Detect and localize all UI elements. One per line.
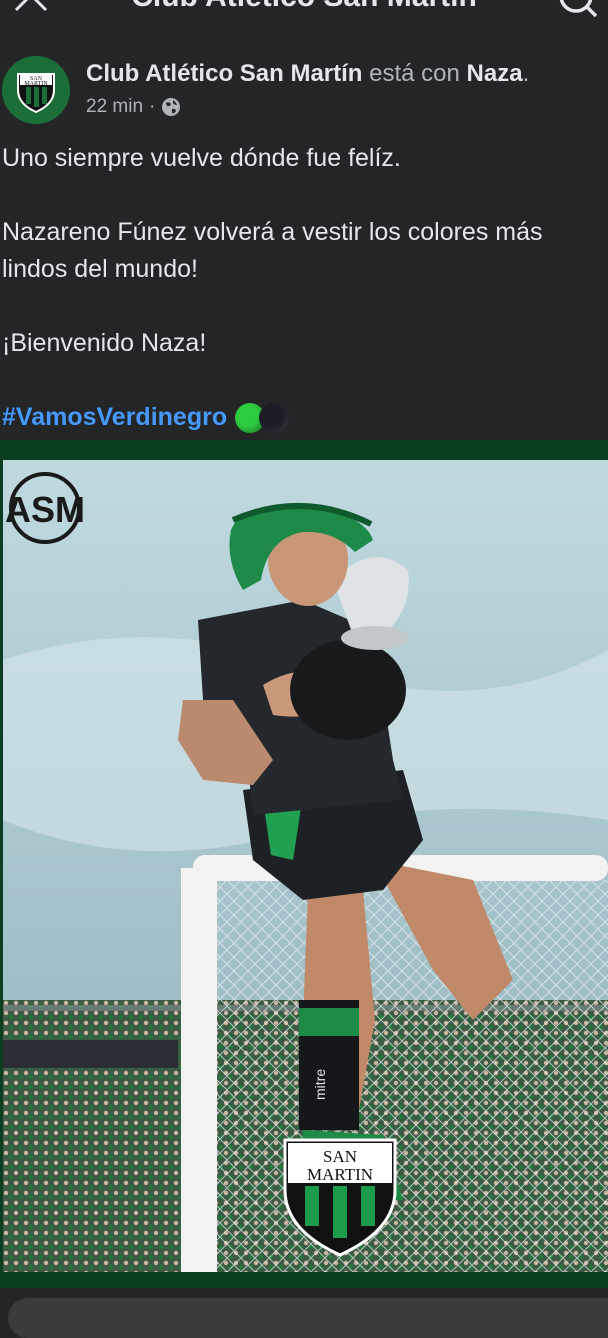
svg-text:SAN: SAN — [323, 1147, 357, 1166]
post-photo-frame: ASM mitre SAN MARTIN — [0, 440, 608, 1288]
post-text: Uno siempre vuelve dónde fue felíz. Naza… — [2, 140, 606, 436]
post-photo[interactable]: ASM mitre SAN MARTIN — [3, 460, 608, 1272]
post-line-2: Nazareno Fúnez volverá a vestir los colo… — [2, 218, 543, 283]
club-crest-avatar: SAN MARTIN — [2, 56, 70, 124]
author-line: Club Atlético San Martín está con Naza. — [86, 60, 529, 88]
player-photo-illustration: ASM mitre SAN MARTIN — [3, 460, 608, 1272]
post-header: SAN MARTIN Club Atlético San Martín está… — [0, 56, 608, 126]
svg-text:MARTIN: MARTIN — [24, 81, 48, 87]
author-name[interactable]: Club Atlético San Martín — [86, 60, 362, 87]
meta-separator: · — [149, 96, 156, 117]
post-time[interactable]: 22 min — [86, 96, 143, 118]
post-line-3: ¡Bienvenido Naza! — [2, 329, 207, 357]
comment-bar[interactable] — [8, 1298, 608, 1338]
avatar[interactable]: SAN MARTIN — [2, 56, 70, 124]
period: . — [522, 60, 530, 87]
bottom-strip — [0, 1288, 608, 1338]
post-meta: 22 min · — [86, 96, 181, 118]
svg-text:ASM: ASM — [5, 489, 85, 530]
tagged-user[interactable]: Naza — [467, 60, 523, 87]
black-circle-emoji — [259, 402, 290, 433]
with-text: está con — [369, 60, 460, 87]
svg-text:mitre: mitre — [312, 1069, 328, 1100]
search-icon[interactable] — [558, 0, 598, 18]
svg-text:MARTIN: MARTIN — [307, 1165, 373, 1184]
hashtag-link[interactable]: #VamosVerdinegro — [2, 399, 227, 436]
page-title: Club Atlético San Martín — [0, 0, 608, 14]
top-bar: Club Atlético San Martín — [0, 0, 608, 20]
globe-icon — [162, 98, 181, 116]
post-line-1: Uno siempre vuelve dónde fue felíz. — [2, 144, 401, 172]
